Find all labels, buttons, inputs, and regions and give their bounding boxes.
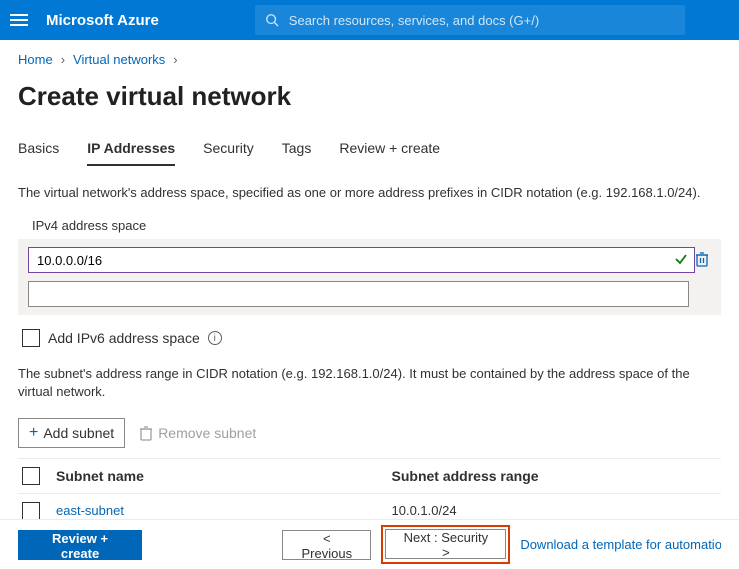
ipv6-checkbox-row: Add IPv6 address space i: [22, 329, 721, 347]
checkmark-icon: [673, 251, 689, 270]
azure-top-bar: Microsoft Azure: [0, 0, 739, 40]
subnet-description: The subnet's address range in CIDR notat…: [18, 365, 721, 401]
subnet-toolbar: + Add subnet Remove subnet: [18, 418, 721, 448]
chevron-right-icon: ›: [61, 52, 65, 67]
ipv6-checkbox[interactable]: [22, 329, 40, 347]
tab-basics[interactable]: Basics: [18, 140, 59, 166]
brand-label: Microsoft Azure: [46, 12, 159, 29]
breadcrumb: Home › Virtual networks ›: [18, 52, 721, 67]
breadcrumb-home[interactable]: Home: [18, 52, 53, 67]
ipv4-address-space-label: IPv4 address space: [32, 218, 721, 233]
search-icon: [265, 13, 279, 27]
addr-space-description: The virtual network's address space, spe…: [18, 184, 721, 202]
col-header-range: Subnet address range: [392, 468, 718, 484]
tab-review-create[interactable]: Review + create: [339, 140, 440, 166]
chevron-right-icon: ›: [173, 52, 177, 67]
next-security-button[interactable]: Next : Security >: [385, 529, 506, 559]
next-button-highlight: Next : Security >: [381, 525, 510, 564]
address-space-input[interactable]: [28, 281, 689, 307]
hamburger-menu-icon[interactable]: [10, 10, 30, 30]
tab-tags[interactable]: Tags: [282, 140, 312, 166]
info-icon[interactable]: i: [208, 331, 222, 345]
address-space-input[interactable]: [28, 247, 695, 273]
add-subnet-button[interactable]: + Add subnet: [18, 418, 125, 448]
review-create-button[interactable]: Review + create: [18, 530, 142, 560]
address-space-list: [18, 239, 721, 315]
previous-button[interactable]: < Previous: [282, 530, 371, 560]
add-subnet-label: Add subnet: [43, 425, 114, 441]
ipv6-label: Add IPv6 address space: [48, 330, 200, 346]
subnet-table: Subnet name Subnet address range east-su…: [18, 458, 721, 529]
address-space-row: [28, 247, 711, 273]
col-header-name: Subnet name: [56, 468, 382, 484]
download-template-link[interactable]: Download a template for automation: [520, 537, 721, 552]
page-title: Create virtual network: [18, 81, 721, 112]
breadcrumb-vnets[interactable]: Virtual networks: [73, 52, 165, 67]
tab-ip-addresses[interactable]: IP Addresses: [87, 140, 175, 166]
wizard-footer: Review + create < Previous Next : Securi…: [0, 519, 739, 569]
address-space-row: [28, 281, 711, 307]
select-all-checkbox[interactable]: [22, 467, 40, 485]
subnet-table-header: Subnet name Subnet address range: [18, 458, 721, 494]
search-input[interactable]: [255, 5, 685, 35]
tab-strip: Basics IP Addresses Security Tags Review…: [18, 140, 721, 166]
subnet-range-value: 10.0.1.0/24: [392, 503, 718, 518]
subnet-name-link[interactable]: east-subnet: [56, 503, 124, 518]
plus-icon: +: [29, 424, 38, 442]
search-container: [255, 5, 685, 35]
delete-icon[interactable]: [695, 251, 711, 269]
remove-subnet-label: Remove subnet: [158, 425, 256, 441]
tab-security[interactable]: Security: [203, 140, 254, 166]
subnet-row-checkbox[interactable]: [22, 502, 40, 520]
remove-subnet-button: Remove subnet: [139, 425, 256, 441]
delete-icon: [139, 425, 153, 441]
